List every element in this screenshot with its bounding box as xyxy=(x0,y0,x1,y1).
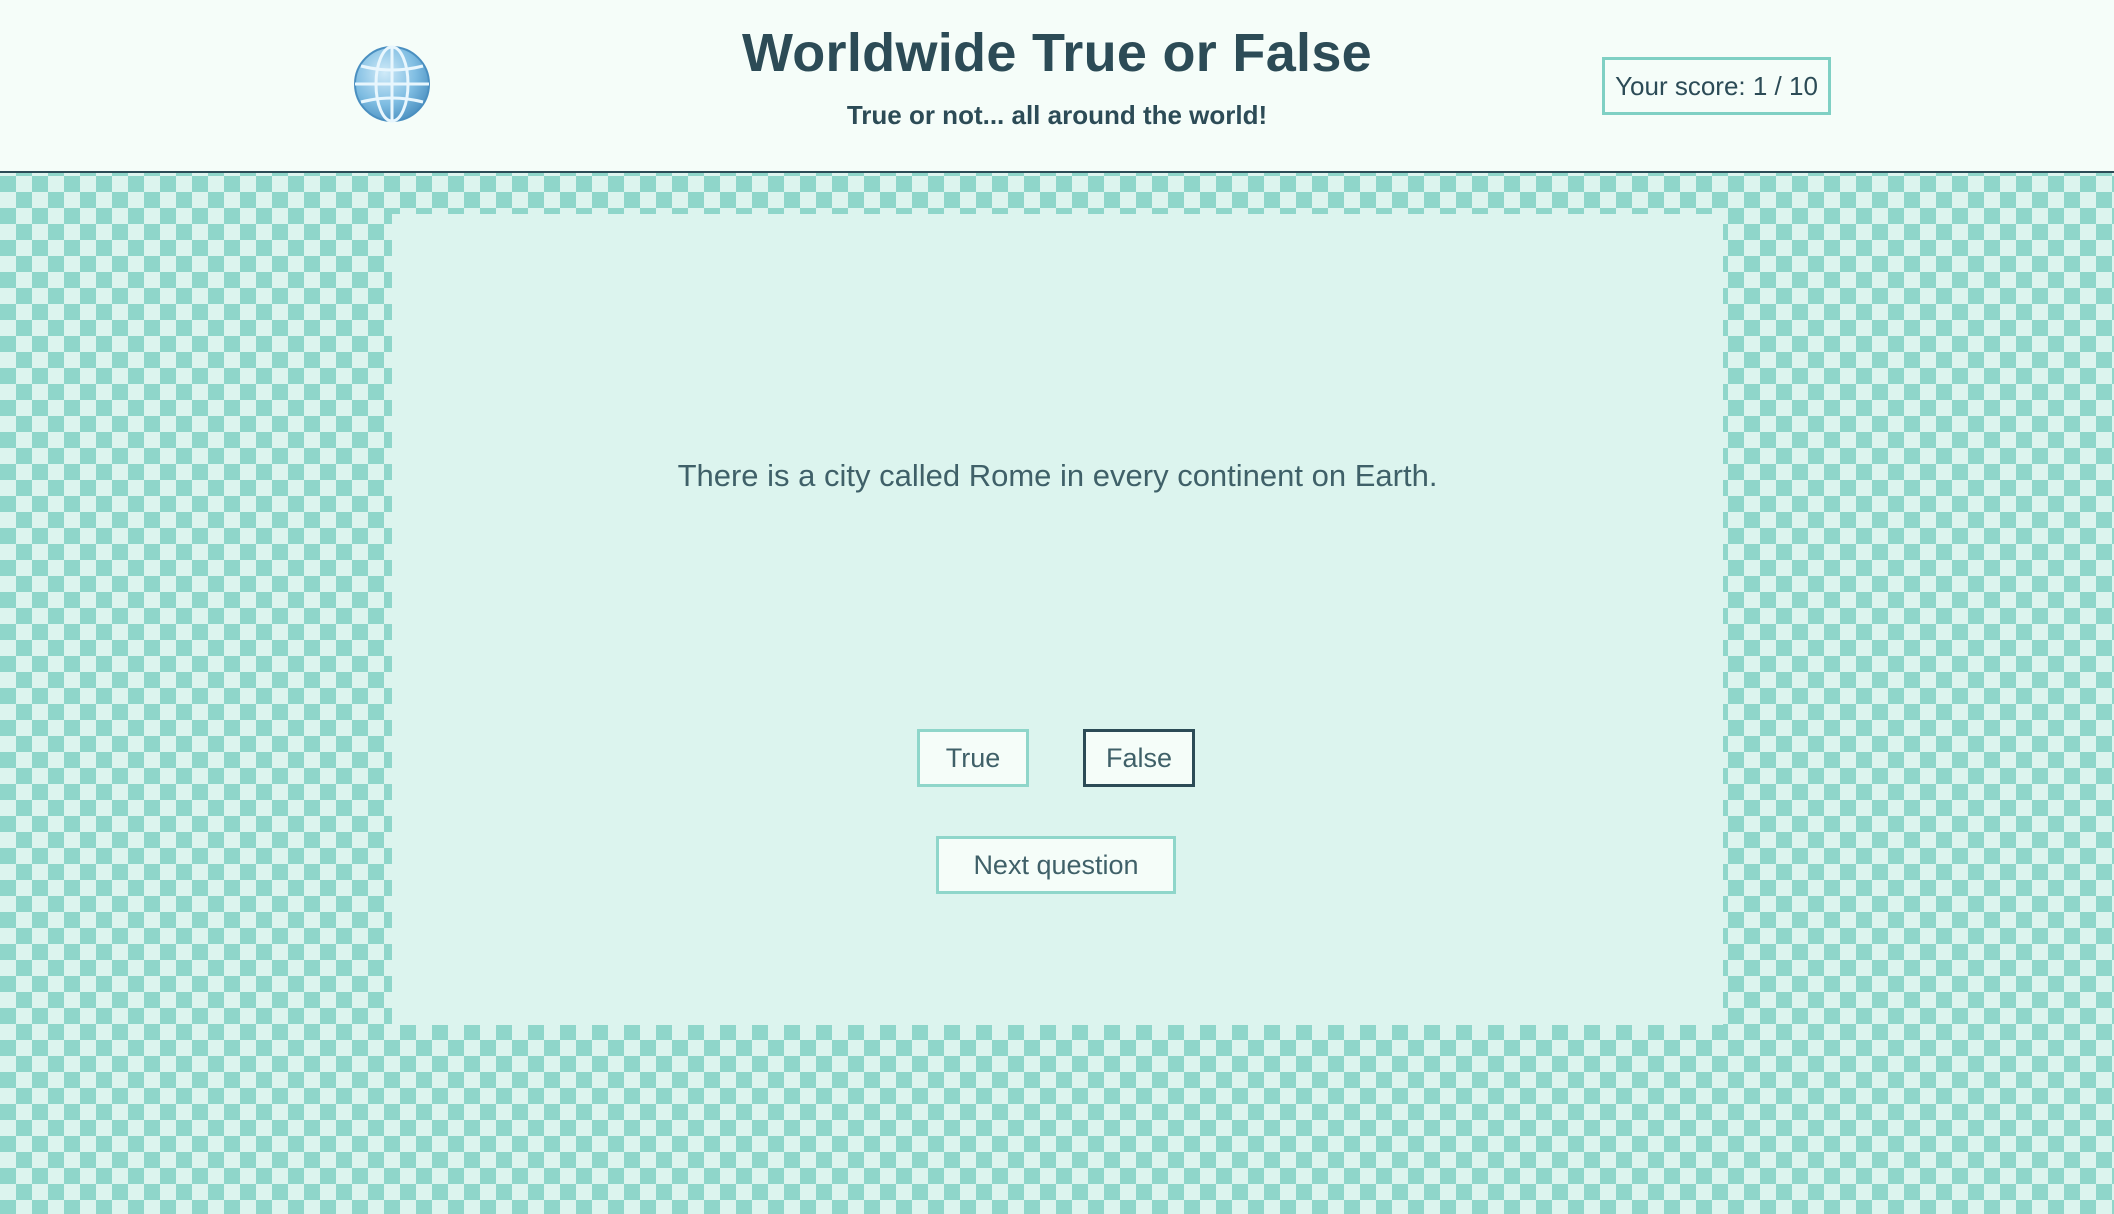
question-card: There is a city called Rome in every con… xyxy=(392,214,1723,1025)
true-button[interactable]: True xyxy=(917,729,1029,787)
question-text: There is a city called Rome in every con… xyxy=(677,458,1438,493)
false-button[interactable]: False xyxy=(1083,729,1195,787)
score-display: Your score: 1 / 10 xyxy=(1602,57,1831,115)
header-bar: Worldwide True or False True or not... a… xyxy=(0,0,2114,173)
next-question-button[interactable]: Next question xyxy=(936,836,1176,894)
